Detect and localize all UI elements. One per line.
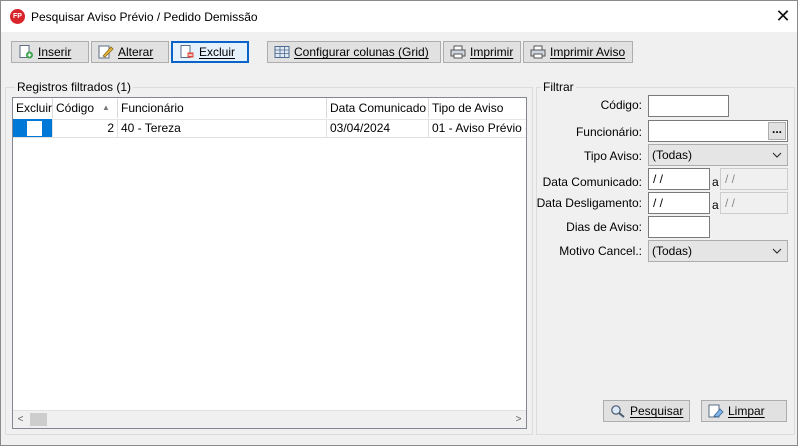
excluir-checkbox[interactable]	[27, 121, 42, 136]
limpar-label: Limpar	[728, 404, 765, 418]
funcionario-lookup-button[interactable]: ...	[768, 122, 786, 140]
registros-label: Registros filtrados (1)	[15, 80, 134, 94]
data-comunicado-cell: 03/04/2024	[327, 119, 429, 138]
alterar-label: Alterar	[118, 45, 154, 59]
scroll-right-icon[interactable]: >	[511, 412, 526, 427]
printer-icon	[530, 45, 546, 59]
column-header-codigo-label: Código	[56, 101, 95, 115]
scrollbar-thumb[interactable]	[30, 413, 47, 426]
limpar-button[interactable]: Limpar	[701, 400, 787, 422]
magnifier-icon	[610, 404, 626, 418]
column-header-tipo-aviso[interactable]: Tipo de Aviso	[429, 98, 526, 118]
column-header-funcionario[interactable]: Funcionário	[118, 98, 327, 118]
excluir-cell[interactable]	[13, 119, 53, 138]
data-desligamento-label: Data Desligamento:	[536, 196, 642, 210]
sort-ascending-icon: ▲	[102, 103, 110, 112]
tipo-aviso-cell: 01 - Aviso Prévio (	[429, 119, 526, 138]
imprimir-button[interactable]: Imprimir	[443, 41, 521, 63]
configurar-colunas-button[interactable]: Configurar colunas (Grid)	[267, 41, 441, 63]
alterar-button[interactable]: Alterar	[91, 41, 169, 63]
data-desligamento-to-input: / /	[720, 192, 788, 214]
horizontal-scrollbar[interactable]: < >	[13, 410, 526, 428]
excluir-label: Excluir	[199, 45, 236, 59]
printer-icon	[450, 45, 466, 59]
funcionario-input[interactable]: ...	[648, 120, 788, 142]
dialog-window: FP Pesquisar Aviso Prévio / Pedido Demis…	[0, 0, 798, 446]
document-add-icon	[18, 45, 34, 59]
funcionario-label: Funcionário:	[575, 125, 642, 139]
registros-grid[interactable]: Excluir Código ▲ Funcionário Data Comuni…	[12, 97, 527, 429]
document-delete-icon	[179, 45, 195, 59]
imprimir-label: Imprimir	[470, 45, 514, 59]
column-header-data-comunicado[interactable]: Data Comunicado	[327, 98, 429, 118]
data-comunicado-to-input: / /	[720, 168, 788, 190]
chevron-down-icon	[771, 145, 783, 165]
motivo-cancel-select[interactable]: (Todas)	[648, 240, 788, 262]
motivo-cancel-value: (Todas)	[652, 244, 693, 258]
pesquisar-label: Pesquisar	[630, 404, 684, 418]
table-row[interactable]: 2 40 - Tereza 03/04/2024 01 - Aviso Prév…	[13, 119, 526, 138]
dias-aviso-input[interactable]	[648, 216, 710, 238]
pesquisar-button[interactable]: Pesquisar	[603, 400, 690, 422]
window-title: Pesquisar Aviso Prévio / Pedido Demissão	[31, 10, 258, 24]
tipo-aviso-select[interactable]: (Todas)	[648, 144, 788, 166]
column-header-excluir[interactable]: Excluir	[13, 98, 53, 118]
data-comunicado-label: Data Comunicado:	[542, 175, 642, 189]
title-bar: FP Pesquisar Aviso Prévio / Pedido Demis…	[1, 1, 797, 32]
motivo-cancel-label: Motivo Cancel.:	[559, 244, 642, 258]
data-comunicado-sep: a	[712, 175, 719, 189]
app-logo-icon: FP	[10, 9, 25, 24]
inserir-button[interactable]: Inserir	[11, 41, 89, 63]
codigo-label: Código:	[600, 98, 642, 112]
imprimir-aviso-button[interactable]: Imprimir Aviso	[523, 41, 633, 63]
close-icon[interactable]: ✕	[771, 5, 795, 27]
eraser-icon	[708, 404, 724, 418]
chevron-down-icon	[771, 241, 783, 261]
filtrar-label: Filtrar	[541, 80, 576, 94]
imprimir-aviso-label: Imprimir Aviso	[550, 45, 626, 59]
data-desligamento-sep: a	[712, 198, 719, 212]
excluir-button[interactable]: Excluir	[171, 41, 249, 63]
grid-header: Excluir Código ▲ Funcionário Data Comuni…	[13, 98, 526, 120]
tipo-aviso-label: Tipo Aviso:	[583, 149, 642, 163]
configurar-colunas-label: Configurar colunas (Grid)	[294, 45, 429, 59]
scroll-left-icon[interactable]: <	[13, 412, 28, 427]
data-comunicado-from-input[interactable]: / /	[648, 168, 710, 190]
funcionario-cell: 40 - Tereza	[118, 119, 327, 138]
tipo-aviso-value: (Todas)	[652, 148, 693, 162]
column-header-codigo[interactable]: Código ▲	[53, 98, 118, 118]
grid-columns-icon	[274, 45, 290, 59]
codigo-cell: 2	[53, 119, 118, 138]
codigo-input[interactable]	[648, 95, 729, 117]
data-desligamento-from-input[interactable]: / /	[648, 192, 710, 214]
dias-aviso-label: Dias de Aviso:	[566, 220, 642, 234]
inserir-label: Inserir	[38, 45, 72, 59]
pencil-edit-icon	[98, 45, 114, 59]
